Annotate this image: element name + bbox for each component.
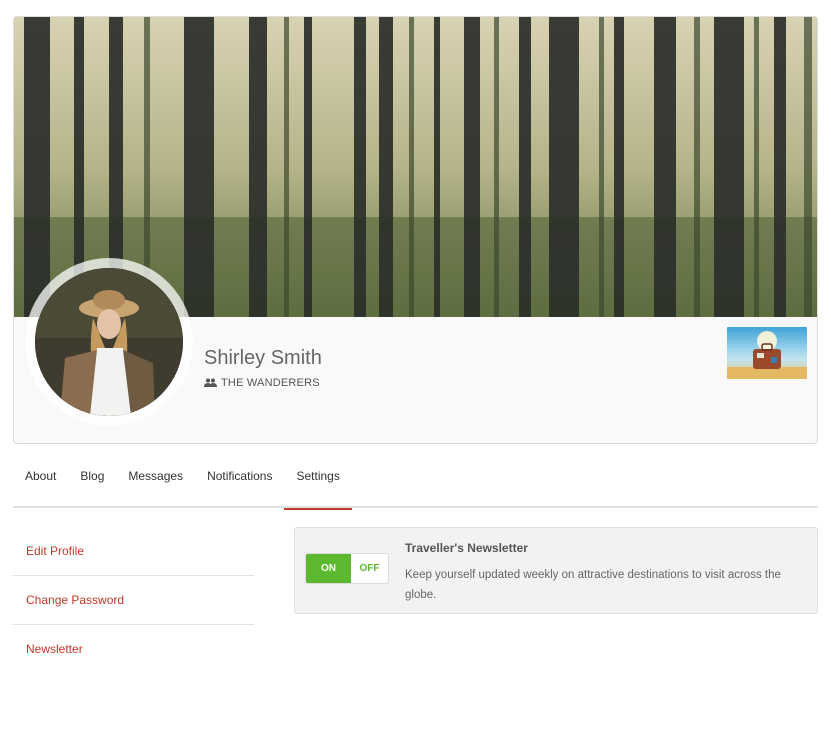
suitcase-image — [727, 327, 807, 379]
avatar-image — [35, 268, 183, 416]
suitcase-badge — [727, 327, 807, 379]
tab-notifications[interactable]: Notifications — [195, 458, 284, 508]
avatar[interactable] — [35, 268, 183, 416]
newsletter-toggle[interactable]: ON OFF — [305, 553, 389, 584]
toggle-on-option[interactable]: ON — [306, 554, 351, 583]
user-group[interactable]: THE WANDERERS — [204, 377, 320, 389]
tab-messages[interactable]: Messages — [116, 458, 195, 508]
settings-menu: Edit Profile Change Password Newsletter — [13, 527, 254, 674]
users-icon — [204, 378, 217, 387]
menu-item-edit-profile[interactable]: Edit Profile — [13, 527, 254, 576]
profile-card: Shirley Smith THE WANDERERS — [13, 16, 818, 444]
newsletter-panel: ON OFF Traveller's Newsletter Keep yours… — [294, 527, 818, 614]
newsletter-description: Keep yourself updated weekly on attracti… — [405, 569, 781, 601]
user-name: Shirley Smith — [204, 347, 322, 369]
newsletter-title: Traveller's Newsletter — [405, 541, 528, 555]
avatar-frame — [25, 258, 193, 426]
menu-item-change-password[interactable]: Change Password — [13, 576, 254, 625]
tab-settings[interactable]: Settings — [284, 458, 353, 510]
toggle-off-option[interactable]: OFF — [351, 554, 388, 583]
profile-tabs: About Blog Messages Notifications Settin… — [13, 458, 818, 510]
user-group-label: THE WANDERERS — [221, 377, 320, 389]
tab-blog[interactable]: Blog — [68, 458, 116, 508]
menu-item-newsletter[interactable]: Newsletter — [13, 625, 254, 674]
tab-about[interactable]: About — [13, 458, 68, 508]
